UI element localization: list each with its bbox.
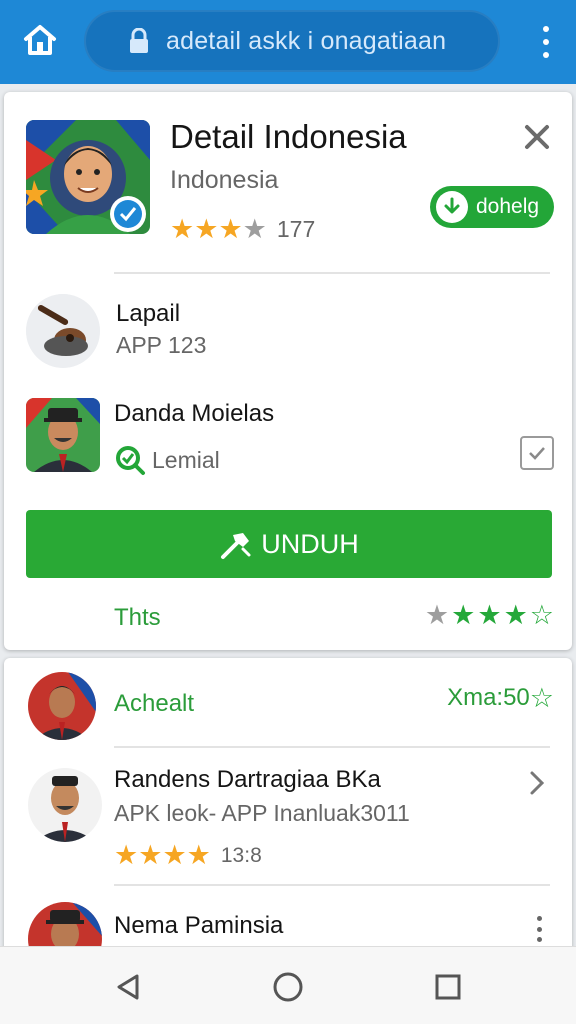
chevron-right-icon[interactable] <box>528 770 546 801</box>
list-item-title[interactable]: Nema Paminsia <box>114 912 283 940</box>
download-button[interactable]: UNDUH <box>26 510 552 578</box>
app-detail-card: Detail Indonesia Indonesia ★ ★ ★ ★ 177 d… <box>4 92 572 650</box>
divider <box>114 272 550 274</box>
rating-count: 177 <box>276 216 316 242</box>
download-icon <box>436 191 468 223</box>
star-empty-icon: ★ <box>242 214 267 244</box>
back-icon <box>117 974 139 1000</box>
star-filled-icon: ★ <box>162 840 187 870</box>
footer-link[interactable]: Thts <box>114 604 161 632</box>
list-item-avatar <box>28 768 102 842</box>
home-icon <box>24 25 56 55</box>
divider <box>114 884 550 886</box>
star-filled-icon: ★ <box>170 214 195 244</box>
star-outline-icon: ☆ <box>529 682 554 713</box>
star-filled-icon: ★ <box>186 840 211 870</box>
close-button[interactable] <box>520 120 554 154</box>
search-icon <box>116 446 145 475</box>
related-item-meta: Lemial <box>114 444 220 476</box>
select-checkbox[interactable] <box>520 436 554 470</box>
download-pill-button[interactable]: dohelg <box>430 186 554 228</box>
url-bar[interactable]: adetail askk i onagatiaan <box>84 10 500 72</box>
star-outline-icon: ☆ <box>529 600 554 630</box>
recents-icon <box>435 974 461 1000</box>
list-item-meta: Xma:50 ☆ <box>447 684 554 712</box>
more-vert-icon[interactable] <box>534 916 544 942</box>
star-filled-icon: ★ <box>451 600 476 630</box>
star-filled-icon: ★ <box>218 214 243 244</box>
list-item-rating: ★ ★ ★ ★ 13:8 <box>114 842 262 869</box>
related-item-title[interactable]: Lapail <box>116 300 180 328</box>
star-filled-icon: ★ <box>477 600 502 630</box>
app-rating: ★ ★ ★ ★ 177 <box>170 216 315 243</box>
star-filled-icon: ★ <box>114 840 139 870</box>
footer-rating: ★ ★ ★ ★ ☆ <box>425 602 554 629</box>
check-icon <box>529 447 545 460</box>
star-filled-icon: ★ <box>194 214 219 244</box>
home-button[interactable] <box>18 18 62 62</box>
related-item-avatar <box>26 398 100 472</box>
home-nav-button[interactable] <box>268 967 308 1007</box>
system-navigation-bar <box>0 946 576 1024</box>
recents-button[interactable] <box>428 967 468 1007</box>
lock-icon <box>130 28 148 53</box>
divider <box>114 746 550 748</box>
rating-count: 13:8 <box>220 843 262 867</box>
list-item-subtitle: APK leok- APP Inanluak3011 <box>114 800 410 826</box>
back-button[interactable] <box>108 967 148 1007</box>
app-list-card: Achealt Xma:50 ☆ Randens Dartragiaa BKa … <box>4 658 572 958</box>
home-circle-icon <box>273 972 303 1002</box>
star-filled-icon: ★ <box>503 600 528 630</box>
star-filled-icon: ★ <box>138 840 163 870</box>
url-text: adetail askk i onagatiaan <box>166 26 447 55</box>
related-item-title[interactable]: Danda Moielas <box>114 400 274 428</box>
app-avatar-image <box>26 120 150 234</box>
hammer-download-icon <box>221 533 251 559</box>
list-item-avatar <box>28 672 96 740</box>
download-pill-label: dohelg <box>476 195 540 218</box>
app-subtitle: Indonesia <box>170 166 279 194</box>
browser-toolbar: adetail askk i onagatiaan <box>0 0 576 84</box>
download-button-label: UNDUH <box>261 528 359 559</box>
related-item-subtitle: Lemial <box>152 446 220 473</box>
star-empty-icon: ★ <box>424 600 450 630</box>
list-item-title[interactable]: Randens Dartragiaa BKa <box>114 766 381 794</box>
guitar-icon <box>26 294 100 368</box>
app-title: Detail Indonesia <box>170 118 407 155</box>
list-item-meta-text: Xma:50 <box>447 684 530 711</box>
list-item-title[interactable]: Achealt <box>114 690 194 718</box>
close-icon <box>525 125 549 149</box>
browser-menu-button[interactable] <box>538 22 554 62</box>
related-item-subtitle: APP 123 <box>116 332 207 358</box>
